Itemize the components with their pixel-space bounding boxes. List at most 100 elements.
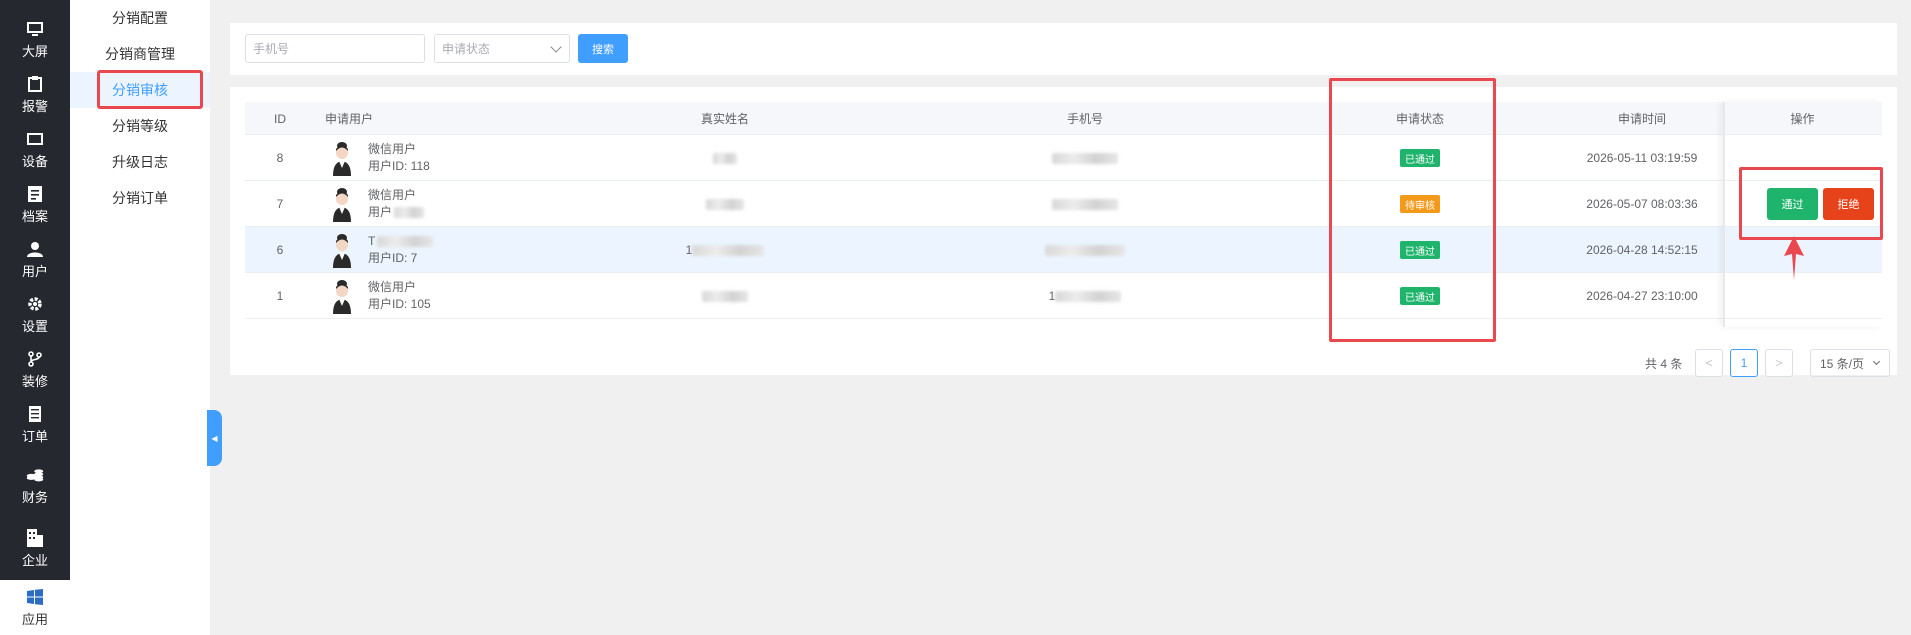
nav-label: 设备 [21, 154, 48, 169]
redacted-name [377, 236, 434, 247]
redacted-real-name [692, 244, 765, 256]
avatar [330, 278, 354, 314]
nav-item-order[interactable]: 订单 [0, 399, 70, 451]
applicant-name: 微信用户 [368, 188, 417, 202]
phone-cell [985, 135, 1185, 181]
nav-label: 档案 [21, 209, 48, 224]
nav-item-finance[interactable]: 财务 [0, 460, 70, 512]
apply-time: 2026-05-11 03:19:59 [1586, 151, 1698, 165]
monitor-icon [26, 20, 44, 38]
avatar [330, 140, 354, 176]
table-row[interactable]: 7 微信用户 用户 待审核 2026-05-07 08:03:36 通过 拒绝 [245, 181, 1882, 227]
row-id: 8 [276, 151, 284, 165]
redacted-phone [1055, 290, 1122, 302]
real-name-cell [625, 181, 825, 227]
reject-button[interactable]: 拒绝 [1823, 188, 1874, 220]
chevron-down-icon [550, 41, 562, 53]
search-button[interactable]: 搜索 [578, 34, 628, 63]
applicant-cell: 微信用户 用户ID: 105 [330, 273, 431, 319]
status-cell: 已通过 [1360, 227, 1480, 273]
redacted-real-name [702, 290, 748, 302]
column-header-id: ID [274, 111, 286, 126]
nav-label: 用户 [21, 264, 48, 279]
windows-icon [26, 588, 44, 606]
table-panel: ID 申请用户 真实姓名 手机号 申请状态 申请时间 操作 8 微信用户 用户ID… [230, 87, 1897, 377]
submenu-item-distributor-manage[interactable]: 分销商管理 [70, 36, 210, 72]
nav-label: 报警 [21, 99, 48, 114]
pagination-prev-button[interactable]: < [1695, 349, 1723, 377]
search-panel: 申请状态 搜索 [230, 23, 1897, 75]
nav-label: 应用 [21, 611, 48, 627]
column-header-status: 申请状态 [1395, 112, 1444, 126]
building-icon [26, 529, 44, 547]
nav-item-settings[interactable]: 设置 [0, 289, 70, 341]
applicant-cell: 微信用户 用户 [330, 181, 425, 227]
real-name-prefix: 1 [685, 243, 693, 257]
submenu-item-upgrade-log[interactable]: 升级日志 [70, 144, 210, 180]
status-badge: 已通过 [1400, 241, 1440, 259]
submenu-item-level[interactable]: 分销等级 [70, 108, 210, 144]
column-header-actions: 操作 [1790, 112, 1815, 126]
applicant-cell: 微信用户用户ID: 118 [330, 135, 430, 181]
main-nav: 大屏 报警 设备 档案 用户 设置 装修 订单 财务 企业 应用 [0, 0, 70, 635]
apply-time: 2026-04-27 23:10:00 [1586, 289, 1698, 303]
applicant-id: 用户 [368, 205, 393, 219]
redacted-real-name [713, 152, 737, 164]
nav-label: 装修 [21, 374, 48, 389]
apply-time: 2026-05-07 08:03:36 [1586, 197, 1698, 211]
submenu-item-config[interactable]: 分销配置 [70, 0, 210, 36]
nav-item-device[interactable]: 设备 [0, 124, 70, 176]
annotation-arrow-icon [1784, 236, 1804, 280]
table-row[interactable]: 6 T 用户ID: 7 1 已通过 2026-04-28 14:52:15 [245, 227, 1882, 273]
status-cell: 已通过 [1360, 273, 1480, 319]
nav-label: 大屏 [21, 44, 48, 59]
nav-item-decoration[interactable]: 装修 [0, 344, 70, 396]
nav-item-archive[interactable]: 档案 [0, 179, 70, 231]
table-row[interactable]: 1 微信用户 用户ID: 105 1 已通过 2026-04-27 23:10:0… [245, 273, 1882, 319]
nav-item-dashboard[interactable]: 大屏 [0, 14, 70, 66]
app-root: 大屏 报警 设备 档案 用户 设置 装修 订单 财务 企业 应用 分销配置 分销… [0, 0, 1911, 635]
nav-label: 订单 [21, 429, 48, 444]
column-header-applicant: 申请用户 [325, 112, 374, 126]
applicant-id: 用户ID: 118 [368, 159, 430, 173]
approve-button[interactable]: 通过 [1767, 188, 1818, 220]
phone-prefix: 1 [1048, 289, 1056, 303]
row-id: 1 [276, 289, 284, 303]
row-id: 7 [276, 197, 284, 211]
column-header-time: 申请时间 [1617, 112, 1666, 126]
nav-item-alarm[interactable]: 报警 [0, 69, 70, 121]
status-badge: 已通过 [1400, 149, 1440, 167]
apply-time: 2026-04-28 14:52:15 [1586, 243, 1698, 257]
real-name-cell [625, 273, 825, 319]
nav-item-apps[interactable]: 应用 [0, 580, 70, 635]
nav-item-enterprise[interactable]: 企业 [0, 523, 70, 575]
user-icon [26, 240, 44, 258]
page-size-select[interactable]: 15 条/页 [1810, 349, 1890, 377]
redacted-user-id [394, 207, 425, 218]
order-icon [26, 405, 44, 423]
coins-icon [26, 466, 44, 484]
status-select-placeholder: 申请状态 [442, 42, 491, 56]
applicant-cell: T 用户ID: 7 [330, 227, 434, 273]
pagination-next-button[interactable]: > [1765, 349, 1793, 377]
nav-item-user[interactable]: 用户 [0, 234, 70, 286]
avatar [330, 186, 354, 222]
submenu-item-orders[interactable]: 分销订单 [70, 180, 210, 216]
table-row[interactable]: 8 微信用户用户ID: 118 已通过 2026-05-11 03:19:59 [245, 135, 1882, 181]
real-name-cell: 1 [625, 227, 825, 273]
status-badge: 已通过 [1400, 287, 1440, 305]
clipboard-icon [26, 75, 44, 93]
phone-cell: 1 [985, 273, 1185, 319]
sidebar-collapse-toggle[interactable]: ◀ [207, 410, 222, 466]
column-header-real-name: 真实姓名 [700, 112, 749, 126]
nav-label: 设置 [21, 319, 48, 334]
phone-search-input[interactable] [253, 41, 417, 56]
device-icon [26, 130, 44, 148]
caret-left-icon: ◀ [211, 433, 218, 443]
applicant-name: 微信用户 [368, 142, 417, 156]
annotation-highlight-submenu [97, 70, 203, 109]
status-select[interactable]: 申请状态 [434, 34, 570, 63]
table-header: ID 申请用户 真实姓名 手机号 申请状态 申请时间 操作 [245, 102, 1882, 135]
applicant-id: 用户ID: 105 [368, 297, 431, 311]
pagination-page-1[interactable]: 1 [1730, 349, 1758, 377]
